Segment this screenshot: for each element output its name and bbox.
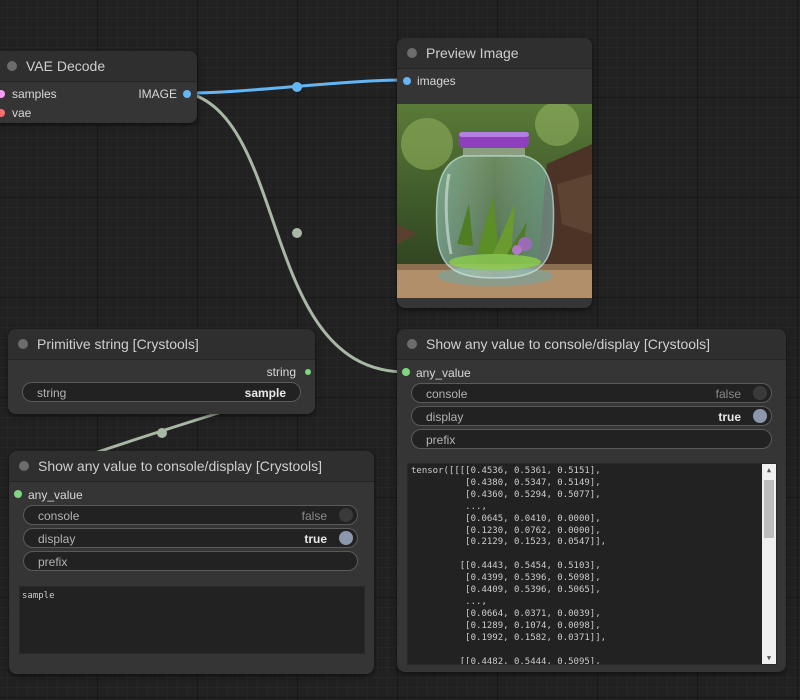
widget-value: true [304,532,327,546]
output-textarea[interactable]: sample [19,586,365,654]
any-value-input-label: any_value [28,488,83,502]
output-text: tensor([[[[0.4536, 0.5361, 0.5151], [0.4… [411,466,607,665]
primitive-string-header[interactable]: Primitive string [Crystools] [8,329,315,360]
output-textarea[interactable]: tensor([[[[0.4536, 0.5361, 0.5151], [0.4… [407,463,777,665]
display-toggle[interactable]: display true [23,528,358,548]
image-link-midpoint[interactable] [292,82,302,92]
toggle-knob-icon [753,386,767,400]
preview-image-header[interactable]: Preview Image [397,38,592,69]
output-text: sample [22,591,55,601]
image-output-label: IMAGE [138,87,177,101]
vae-input-slot-icon[interactable] [0,109,5,117]
node-title: Primitive string [Crystools] [37,336,199,352]
node-title: Show any value to console/display [Cryst… [38,458,323,474]
widget-label: prefix [426,433,456,447]
scroll-up-icon[interactable]: ▲ [762,464,776,476]
scrollbar-thumb[interactable] [764,480,774,538]
primitive-string-node[interactable]: Primitive string [Crystools] string stri… [8,329,315,414]
console-toggle[interactable]: console false [411,383,772,403]
collapse-dot-icon[interactable] [407,339,417,349]
collapse-dot-icon[interactable] [19,461,29,471]
toggle-knob-icon [339,531,353,545]
scroll-down-icon[interactable]: ▼ [762,652,776,664]
widget-label: string [37,386,67,400]
widget-label: prefix [38,555,68,569]
vae-decode-node[interactable]: VAE Decode samples vae IMAGE [0,51,197,123]
show-any-header[interactable]: Show any value to console/display [Cryst… [9,451,374,482]
preview-image-node[interactable]: Preview Image images [397,38,592,308]
node-title: VAE Decode [26,58,106,74]
toggle-knob-icon [753,409,767,423]
vae-decode-header[interactable]: VAE Decode [0,51,197,82]
widget-value: false [301,509,327,523]
collapse-dot-icon[interactable] [18,339,28,349]
show-any-value-node-left[interactable]: Show any value to console/display [Cryst… [9,451,374,674]
jar-image-icon [397,104,592,298]
textarea-scrollbar[interactable]: ▲ ▼ [762,464,776,664]
display-toggle[interactable]: display true [411,406,772,426]
widget-value: false [715,387,741,401]
show-any-header[interactable]: Show any value to console/display [Cryst… [397,329,786,360]
widget-value: true [718,410,741,424]
image-to-any-link-midpoint[interactable] [292,228,302,238]
string-output-slot-icon[interactable] [305,369,311,375]
images-input-label: images [417,74,456,88]
vae-input-label: vae [12,106,32,120]
widget-label: console [426,387,468,401]
any-value-input-slot-icon[interactable] [14,490,22,498]
console-toggle[interactable]: console false [23,505,358,525]
string-to-any-link-midpoint[interactable] [157,428,167,438]
preview-image[interactable] [397,104,592,298]
string-output-label: string [266,365,296,379]
widget-label: console [38,509,80,523]
widget-label: display [426,410,464,424]
images-input-slot-icon[interactable] [403,77,411,85]
prefix-text-widget[interactable]: prefix [411,429,772,449]
toggle-knob-icon [339,508,353,522]
prefix-text-widget[interactable]: prefix [23,551,358,571]
string-text-widget[interactable]: string sample [22,382,301,402]
collapse-dot-icon[interactable] [7,61,17,71]
image-output-slot-icon[interactable] [183,90,191,98]
samples-input-slot-icon[interactable] [0,90,5,98]
any-value-input-label: any_value [416,366,471,380]
samples-input-label: samples [12,87,57,101]
node-title: Show any value to console/display [Cryst… [426,336,711,352]
collapse-dot-icon[interactable] [407,48,417,58]
widget-label: display [38,532,76,546]
node-title: Preview Image [426,45,519,61]
widget-value: sample [244,386,286,400]
any-value-input-slot-icon[interactable] [402,368,410,376]
show-any-value-node-right[interactable]: Show any value to console/display [Cryst… [397,329,786,672]
